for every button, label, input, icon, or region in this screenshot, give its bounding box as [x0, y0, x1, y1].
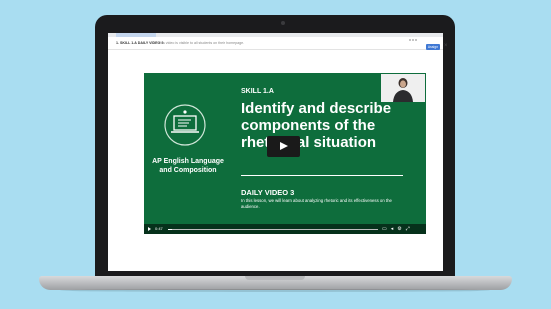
volume-icon[interactable]: ◂ — [391, 225, 394, 233]
laptop-scene: 1. SKILL 1.A DAILY VIDEO 3 This video is… — [0, 0, 551, 309]
skill-label: SKILL 1.A — [241, 88, 274, 95]
presenter-video — [381, 74, 425, 102]
play-icon[interactable] — [148, 227, 151, 231]
presenter-image — [381, 74, 425, 102]
course-title: AP English Language and Composition — [152, 158, 224, 174]
laptop-shadow — [60, 289, 490, 292]
laptop-base-notch — [245, 276, 305, 280]
assign-button[interactable]: Assign — [426, 44, 440, 50]
control-icons: ▭ ◂ ⚙ ⤢ — [382, 225, 410, 233]
time-display: 0:47 — [155, 226, 163, 231]
lesson-description: In this lesson, we will learn about anal… — [241, 198, 392, 209]
video-header: 1. SKILL 1.A DAILY VIDEO 3 This video is… — [108, 37, 443, 50]
webcam — [281, 21, 285, 25]
video-title: 1. SKILL 1.A DAILY VIDEO 3 — [116, 41, 164, 45]
player-controls: 0:47 ▭ ◂ ⚙ ⤢ — [144, 224, 426, 234]
divider — [241, 175, 403, 176]
settings-icon[interactable]: ⚙ — [397, 225, 401, 233]
daily-video-label: DAILY VIDEO 3 — [241, 188, 295, 197]
play-icon — [280, 142, 288, 150]
laptop-lecture-icon — [164, 104, 206, 146]
laptop-screen: 1. SKILL 1.A DAILY VIDEO 3 This video is… — [108, 33, 443, 271]
close-icon[interactable]: × — [444, 43, 448, 49]
play-button[interactable] — [267, 136, 300, 157]
progress-fill — [168, 228, 173, 230]
video-player[interactable]: AP English Language and Composition SKIL… — [144, 73, 426, 234]
fullscreen-icon[interactable]: ⤢ — [406, 225, 410, 233]
more-options-icon[interactable] — [409, 39, 417, 42]
visibility-note: This video is visible to all students on… — [158, 41, 245, 45]
captions-icon[interactable]: ▭ — [382, 225, 387, 233]
progress-track[interactable] — [168, 228, 378, 230]
